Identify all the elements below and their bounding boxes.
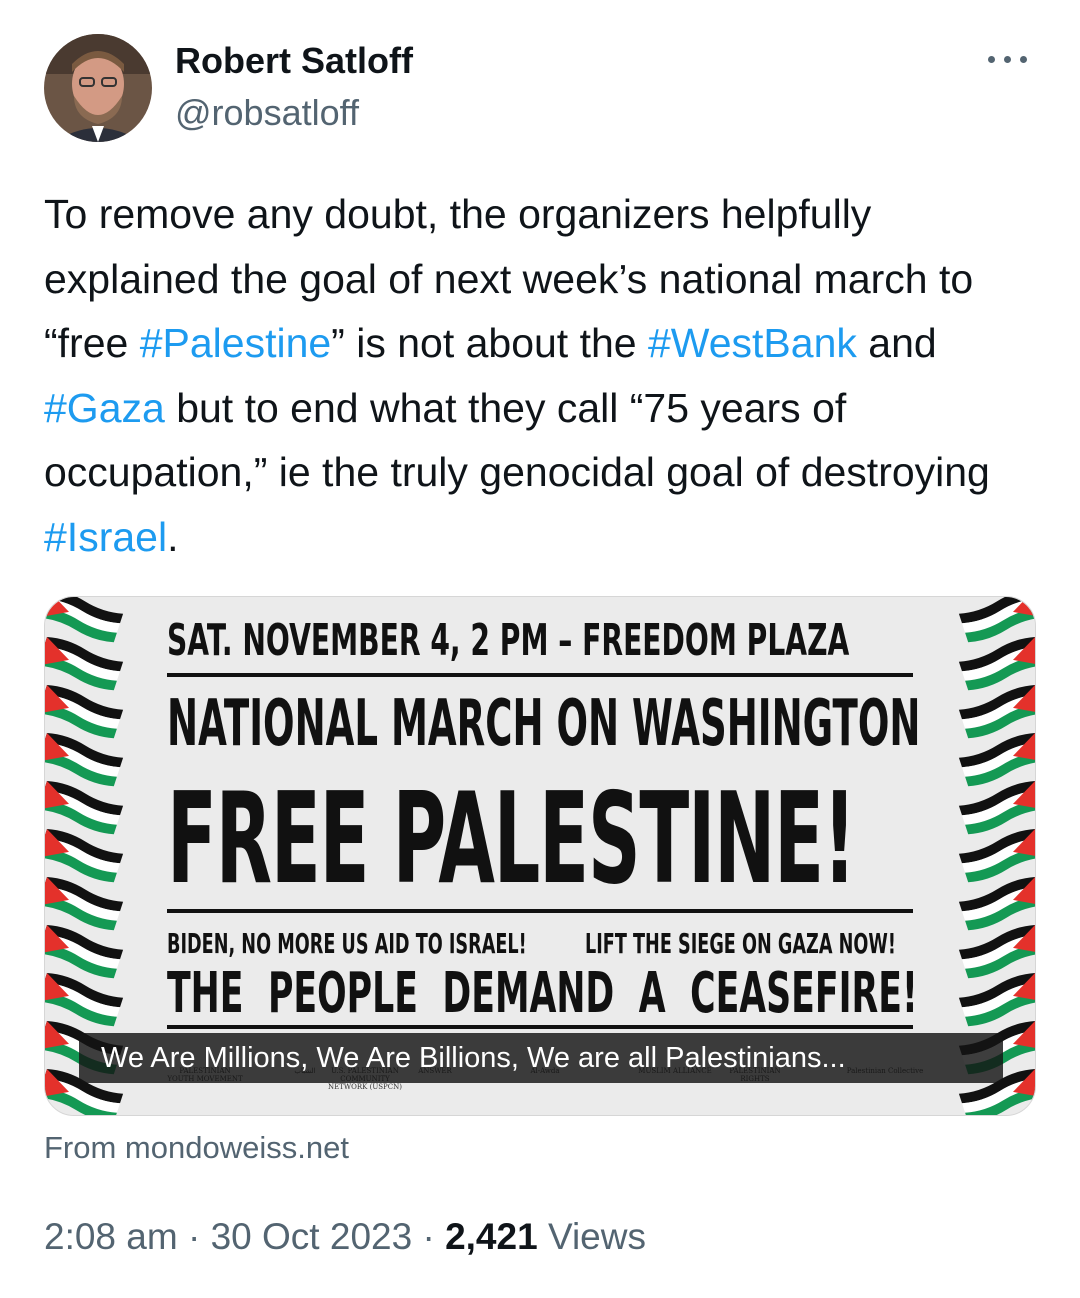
poster-divider (167, 909, 913, 913)
poster-date-location: SAT. NOVEMBER 4, 2 PM – FREEDOM PLAZA (167, 615, 850, 666)
tweet-header: Robert Satloff @robsatloff (44, 34, 1036, 144)
avatar[interactable] (44, 34, 152, 142)
hashtag-link[interactable]: #Israel (44, 514, 167, 560)
tweet-text-segment: and (856, 320, 949, 366)
more-horizontal-icon[interactable] (988, 48, 1030, 68)
hashtag-link[interactable]: #Gaza (44, 385, 165, 431)
tweet-text-segment: ” is not about the (331, 320, 648, 366)
author-name[interactable]: Robert Satloff (175, 40, 413, 82)
meta-separator: · (177, 1216, 211, 1257)
link-card[interactable]: SAT. NOVEMBER 4, 2 PM – FREEDOM PLAZA NA… (44, 596, 1036, 1116)
poster-headline: FREE PALESTINE! (167, 765, 856, 912)
hashtag-link[interactable]: #WestBank (648, 320, 857, 366)
hashtag-link[interactable]: #Palestine (140, 320, 331, 366)
views-label: Views (537, 1216, 646, 1257)
tweet-time[interactable]: 2:08 am (44, 1216, 178, 1257)
poster-divider (167, 673, 913, 677)
meta-separator: · (412, 1216, 446, 1257)
tweet-text: To remove any doubt, the organizers help… (44, 182, 1044, 569)
views-count[interactable]: 2,421 (445, 1216, 538, 1257)
tweet-text-segment: . (167, 513, 179, 560)
poster-slogan-aid: BIDEN, NO MORE US AID TO ISRAEL! (167, 927, 527, 960)
poster-slogan-ceasefire: THE PEOPLE DEMAND A CEASEFIRE! (167, 961, 918, 1026)
tweet-metadata: 2:08 am · 30 Oct 2023 · 2,421 Views (44, 1216, 646, 1258)
card-caption: We Are Millions, We Are Billions, We are… (79, 1033, 1003, 1083)
poster-slogan-siege: LIFT THE SIEGE ON GAZA NOW! (585, 927, 896, 960)
card-source-link[interactable]: From mondoweiss.net (44, 1130, 349, 1166)
tweet-text-segment: but to end what they call “75 years of o… (44, 384, 1002, 496)
tweet-date[interactable]: 30 Oct 2023 (211, 1216, 413, 1257)
poster-event-title: NATIONAL MARCH ON WASHINGTON (167, 687, 921, 761)
author-handle[interactable]: @robsatloff (175, 92, 359, 134)
poster-divider (167, 1025, 913, 1029)
